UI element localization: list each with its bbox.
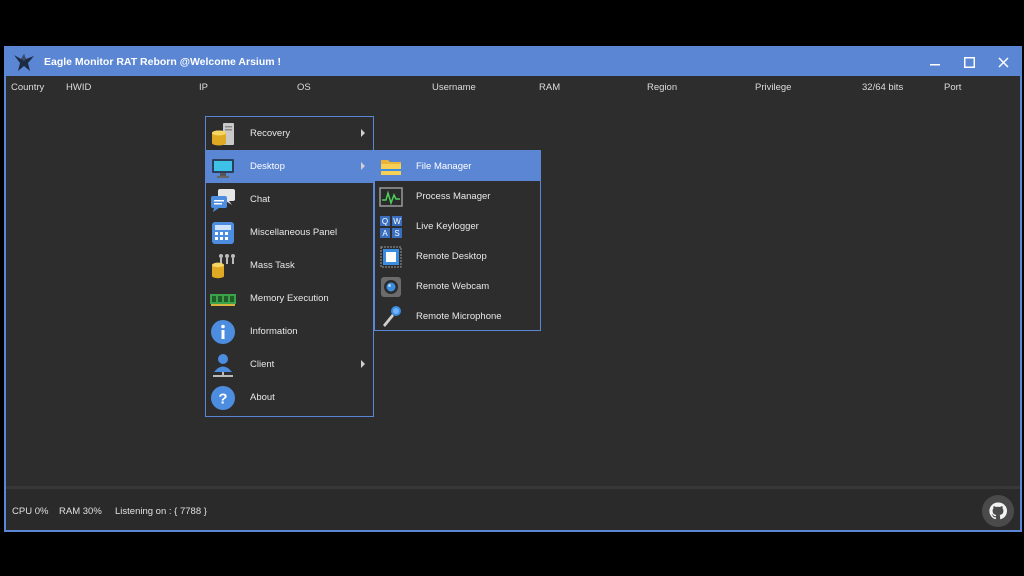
github-icon [989, 502, 1008, 520]
chat-bubbles-icon [211, 189, 235, 212]
maximize-button[interactable] [952, 48, 986, 76]
menu-item-client[interactable]: Client [206, 348, 373, 381]
cpu-usage: CPU 0% [12, 506, 49, 517]
submenu-item-label: File Manager [416, 161, 472, 172]
svg-text:?: ? [218, 391, 227, 408]
submenu-item-live-keylogger[interactable]: Q W A S Live Keylogger [375, 211, 540, 241]
menu-item-recovery[interactable]: Recovery [206, 117, 373, 150]
menu-item-desktop[interactable]: Desktop [206, 150, 373, 183]
webcam-icon [381, 277, 401, 297]
menu-item-label: Information [250, 326, 298, 337]
menu-item-label: Miscellaneous Panel [250, 227, 338, 238]
user-network-icon [213, 354, 233, 377]
menu-item-label: About [250, 392, 275, 403]
column-header-username[interactable]: Username [432, 82, 476, 93]
column-header-ip[interactable]: IP [199, 82, 208, 93]
close-button[interactable] [986, 48, 1020, 76]
listening-port: Listening on : { 7788 } [115, 506, 207, 517]
calculator-icon [212, 222, 234, 244]
column-header-hwid[interactable]: HWID [66, 82, 91, 93]
submenu-item-remote-microphone[interactable]: Remote Microphone [375, 301, 540, 331]
client-list-header: Country HWID IP OS Username RAM Region P… [6, 78, 1020, 96]
column-header-port[interactable]: Port [944, 82, 961, 93]
column-header-os[interactable]: OS [297, 82, 311, 93]
submenu-item-label: Process Manager [416, 191, 491, 202]
menu-item-label: Mass Task [250, 260, 295, 271]
window-title: Eagle Monitor RAT Reborn @Welcome Arsium… [44, 56, 281, 68]
menu-item-label: Desktop [250, 161, 285, 172]
menu-item-chat[interactable]: Chat [206, 183, 373, 216]
svg-text:W: W [393, 217, 401, 226]
client-context-menu: Recovery Desktop Chat Miscellaneous Pane… [205, 116, 374, 417]
status-bar: CPU 0% RAM 30% Listening on : { 7788 } [6, 486, 1020, 530]
submenu-item-remote-desktop[interactable]: Remote Desktop [375, 241, 540, 271]
submenu-arrow-icon [361, 129, 365, 137]
minimize-button[interactable] [918, 48, 952, 76]
database-network-icon [212, 254, 235, 279]
column-header-privilege[interactable]: Privilege [755, 82, 791, 93]
submenu-item-label: Remote Desktop [416, 251, 487, 262]
submenu-arrow-icon [361, 360, 365, 368]
menu-item-label: Recovery [250, 128, 291, 139]
folder-icon [381, 160, 401, 175]
svg-text:A: A [382, 229, 388, 238]
submenu-item-process-manager[interactable]: Process Manager [375, 181, 540, 211]
column-header-region[interactable]: Region [647, 82, 677, 93]
menu-item-mass-task[interactable]: Mass Task [206, 249, 373, 282]
submenu-item-file-manager[interactable]: File Manager [375, 151, 540, 181]
close-icon [997, 56, 1009, 68]
info-icon [211, 320, 235, 344]
github-button[interactable] [982, 495, 1014, 527]
menu-item-label: Chat [250, 194, 271, 205]
submenu-item-label: Remote Webcam [416, 281, 490, 292]
minimize-icon [930, 64, 940, 66]
menu-item-label: Client [250, 359, 275, 370]
activity-monitor-icon [379, 187, 403, 207]
menu-item-miscellaneous-panel[interactable]: Miscellaneous Panel [206, 216, 373, 249]
desktop-submenu: File Manager Process Manager Q W A S Liv… [374, 150, 541, 331]
remote-desktop-icon [380, 246, 402, 268]
eagle-logo-icon [10, 48, 38, 76]
question-icon: ? [211, 386, 235, 410]
svg-text:Q: Q [382, 217, 388, 226]
menu-item-label: Memory Execution [250, 293, 329, 304]
microphone-icon [383, 306, 401, 327]
submenu-arrow-icon [361, 162, 365, 170]
monitor-icon [212, 159, 234, 178]
keyboard-keys-icon: Q W A S [380, 216, 402, 238]
menu-item-memory-execution[interactable]: Memory Execution [206, 282, 373, 315]
database-server-icon [212, 123, 234, 146]
menu-item-about[interactable]: ? About [206, 381, 373, 414]
column-header-bits[interactable]: 32/64 bits [862, 82, 903, 93]
column-header-ram[interactable]: RAM [539, 82, 560, 93]
memory-chip-icon [210, 294, 236, 306]
svg-text:S: S [394, 229, 399, 238]
maximize-icon [963, 56, 975, 68]
submenu-item-label: Remote Microphone [416, 311, 502, 322]
submenu-item-remote-webcam[interactable]: Remote Webcam [375, 271, 540, 301]
column-header-country[interactable]: Country [11, 82, 44, 93]
ram-usage: RAM 30% [59, 506, 102, 517]
title-bar[interactable]: Eagle Monitor RAT Reborn @Welcome Arsium… [6, 48, 1020, 76]
submenu-item-label: Live Keylogger [416, 221, 479, 232]
menu-item-information[interactable]: Information [206, 315, 373, 348]
